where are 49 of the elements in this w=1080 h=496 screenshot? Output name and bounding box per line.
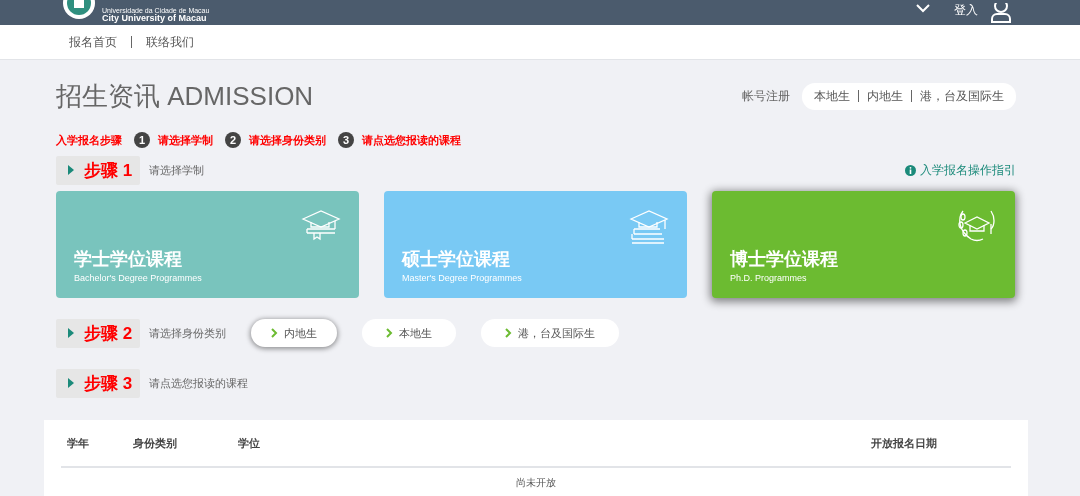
university-name: City University of Macau	[102, 14, 208, 23]
chevron-right-icon	[505, 328, 512, 338]
step-number: 2	[225, 132, 241, 148]
step-number: 1	[134, 132, 150, 148]
degree-title: 学士学位课程	[74, 248, 183, 271]
degree-title: 博士学位课程	[730, 248, 839, 271]
graduation-cap-laurel-icon	[957, 209, 997, 243]
step-text: 请选择身份类别	[249, 132, 326, 148]
page-title: 招生资讯 ADMISSION	[56, 79, 314, 113]
register-link[interactable]: 内地生	[867, 87, 903, 105]
degree-subtitle: Bachelor's Degree Programmes	[74, 273, 203, 283]
nav-link[interactable]: 联络我们	[146, 33, 194, 51]
graduation-cap-icon	[301, 209, 341, 241]
info-icon	[905, 164, 916, 176]
column-header: 学位	[238, 435, 261, 451]
chevron-right-icon	[386, 328, 393, 338]
steps-label: 入学报名步骤	[56, 132, 122, 148]
identity-option[interactable]: 本地生	[362, 319, 456, 347]
step-label: 步骤 3	[84, 372, 133, 395]
triangle-icon	[68, 165, 74, 175]
step-text: 请选择学制	[158, 132, 213, 148]
register-label: 帐号注册	[742, 87, 790, 105]
register-link[interactable]: 本地生	[814, 87, 850, 105]
column-header: 开放报名日期	[871, 435, 938, 451]
graduation-cap-books-icon	[629, 209, 669, 245]
step-hint: 请点选您报读的课程	[149, 375, 248, 391]
identity-option[interactable]: 港，台及国际生	[481, 319, 619, 347]
register-link[interactable]: 港，台及国际生	[920, 87, 1004, 105]
chevron-right-icon	[271, 328, 278, 338]
identity-option[interactable]: 内地生	[251, 319, 337, 347]
step-hint: 请选择学制	[149, 162, 204, 178]
step-text: 请点选您报读的课程	[362, 132, 461, 148]
column-header: 学年	[67, 435, 90, 451]
triangle-icon	[68, 328, 74, 338]
guide-link[interactable]: 入学报名操作指引	[905, 161, 1016, 179]
step-label: 步骤 2	[84, 322, 133, 345]
step-hint: 请选择身份类别	[149, 325, 226, 341]
degree-title: 硕士学位课程	[402, 248, 511, 271]
triangle-icon	[68, 378, 74, 388]
degree-subtitle: Master's Degree Programmes	[402, 273, 523, 283]
empty-message: 尚未开放	[515, 476, 557, 490]
step-number: 3	[338, 132, 354, 148]
degree-subtitle: Ph.D. Programmes	[730, 273, 808, 283]
nav-link[interactable]: 报名首页	[69, 33, 117, 51]
column-header: 身份类别	[133, 435, 178, 451]
chevron-down-icon[interactable]	[916, 4, 930, 13]
user-icon[interactable]	[990, 3, 1012, 23]
step-label: 步骤 1	[84, 159, 133, 182]
login-link[interactable]: 登入	[954, 3, 978, 17]
